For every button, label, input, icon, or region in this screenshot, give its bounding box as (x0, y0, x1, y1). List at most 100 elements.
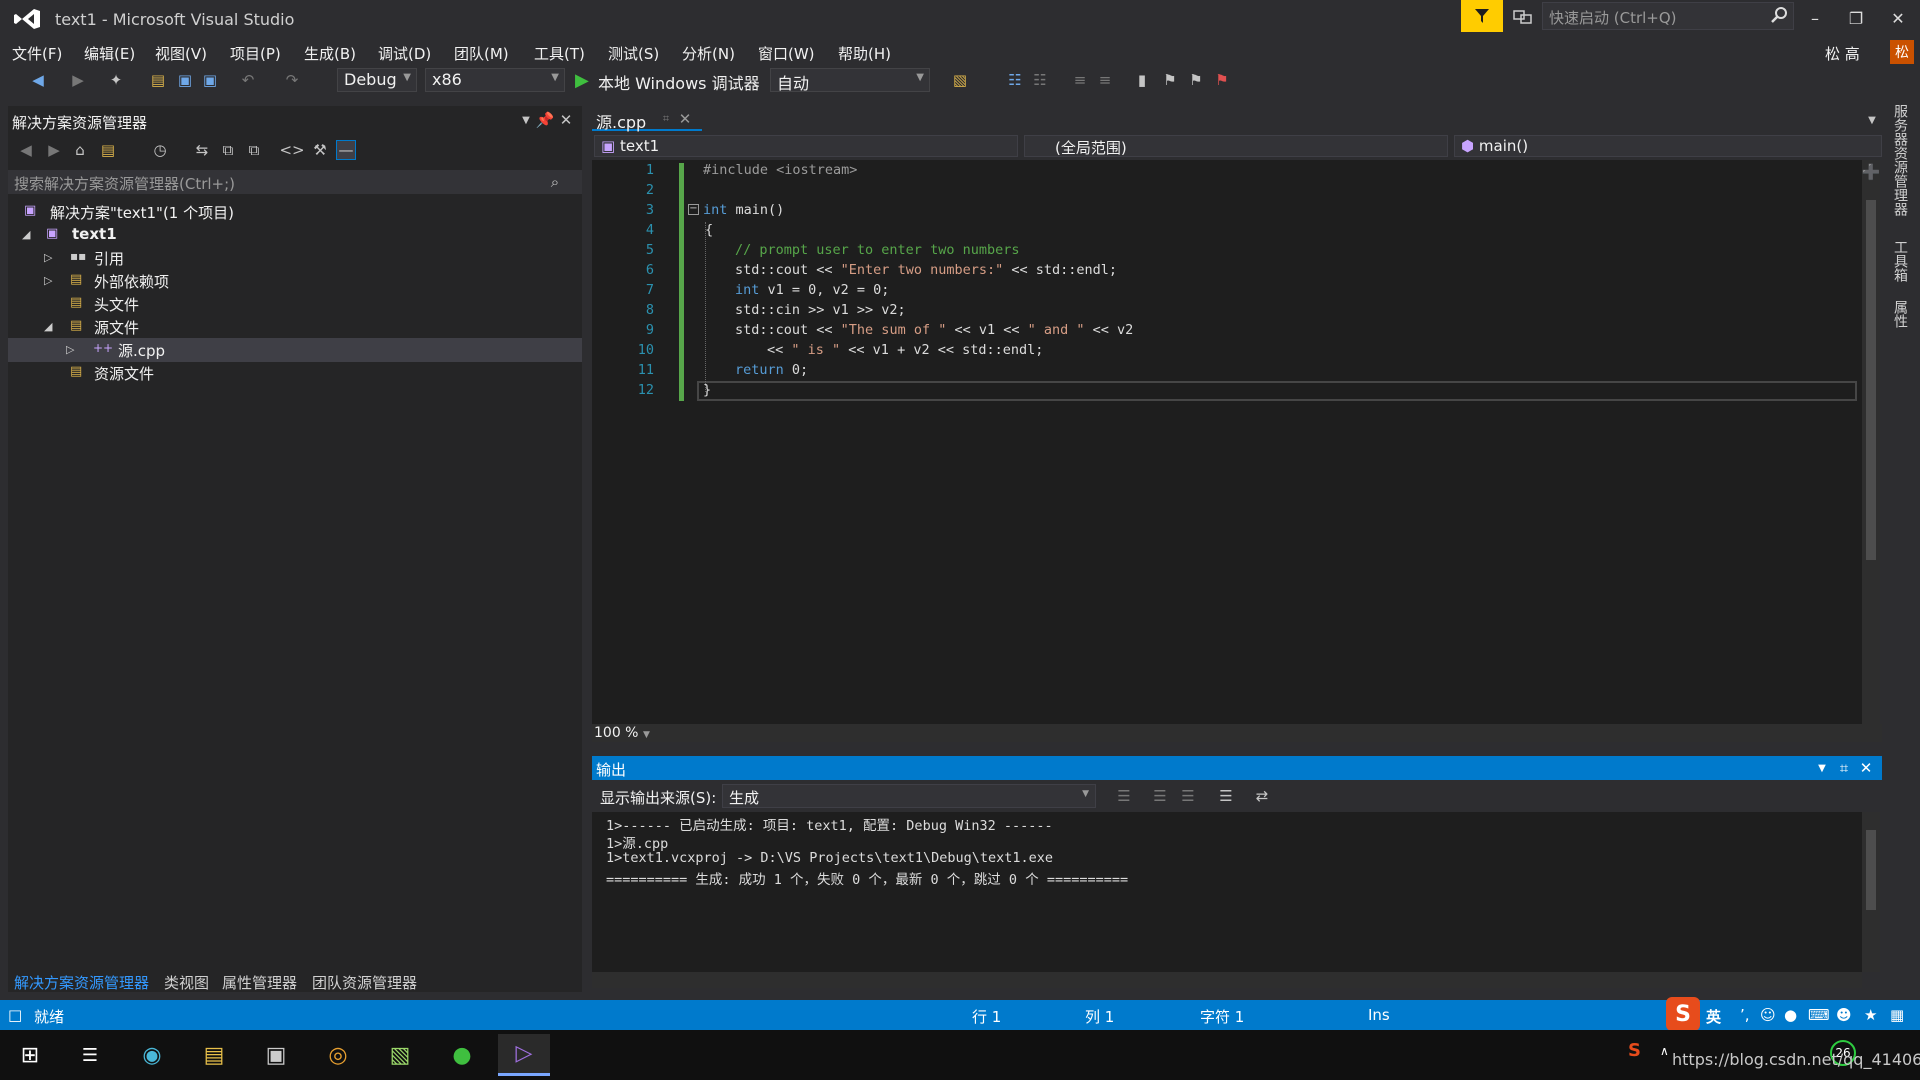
scope-nav-dropdown[interactable]: (全局范围) (1024, 135, 1448, 157)
prev-message-icon[interactable]: ☰ (1150, 786, 1170, 806)
start-button-icon[interactable]: ⊞ (4, 1034, 56, 1076)
zoom-level-dropdown[interactable]: 100 % ▼ (594, 725, 650, 741)
tab-property-manager[interactable]: 属性管理器 (222, 972, 297, 993)
word-wrap-icon[interactable]: ⇄ (1252, 786, 1272, 806)
scrollbar-thumb[interactable] (1866, 200, 1876, 560)
clear-all-icon[interactable]: ☰ (1216, 786, 1236, 806)
output-horizontal-scrollbar[interactable] (592, 972, 1862, 988)
forward-icon[interactable]: ▶ (44, 140, 64, 160)
find-in-files-icon[interactable]: ▧ (950, 70, 970, 90)
menu-file[interactable]: 文件(F) (12, 43, 62, 64)
side-tab-toolbox[interactable]: 工具箱 (1890, 240, 1910, 282)
properties-icon[interactable]: ⚒ (310, 140, 330, 160)
tree-solution[interactable]: 解决方案"text1"(1 个项目) (50, 202, 234, 223)
save-all-icon[interactable]: ▣ (200, 70, 220, 90)
ime-voice-icon[interactable]: ● (1784, 1006, 1797, 1024)
ime-emoji-icon[interactable]: ☺ (1760, 1006, 1776, 1024)
switch-views-icon[interactable]: ▤ (98, 140, 118, 160)
code-icon[interactable]: <> (279, 140, 304, 160)
feedback-icon[interactable] (1512, 7, 1534, 27)
redo-icon[interactable]: ↷ (282, 70, 302, 90)
user-avatar[interactable]: 松 (1890, 40, 1914, 64)
split-window-icon[interactable]: ➕ (1861, 162, 1881, 182)
tab-close-icon[interactable]: ✕ (675, 109, 695, 129)
step-over-icon[interactable]: ☷ (1030, 70, 1050, 90)
panel-close-icon[interactable]: ✕ (1856, 758, 1876, 778)
paint-app-icon[interactable]: ▧ (374, 1034, 426, 1076)
search-icon[interactable]: ⌕ (545, 172, 565, 192)
menu-analyze[interactable]: 分析(N) (682, 43, 735, 64)
panel-close-icon[interactable]: ✕ (556, 110, 576, 130)
expand-arrow-icon[interactable]: ▷ (66, 343, 74, 356)
menu-build[interactable]: 生成(B) (304, 43, 356, 64)
pin-icon[interactable]: 📌 (535, 110, 555, 130)
ime-user-icon[interactable]: ☻ (1836, 1006, 1852, 1024)
output-text-area[interactable] (592, 812, 1862, 972)
new-project-icon[interactable]: ✦ (106, 70, 126, 90)
side-tab-server-explorer[interactable]: 服务器资源管理器 (1890, 104, 1910, 216)
solution-config-dropdown[interactable]: Debug ▼ (337, 68, 417, 92)
side-tab-properties[interactable]: 属性 (1890, 300, 1910, 328)
back-icon[interactable]: ◀ (16, 140, 36, 160)
tab-team-explorer[interactable]: 团队资源管理器 (312, 972, 417, 993)
menu-tools[interactable]: 工具(T) (534, 43, 585, 64)
ime-language[interactable]: 英 (1706, 1006, 1721, 1027)
wechat-icon[interactable]: ● (436, 1034, 488, 1076)
show-all-files-icon[interactable]: ⧉ (244, 140, 264, 160)
panel-menu-icon[interactable]: ▼ (516, 110, 536, 130)
close-button[interactable]: ✕ (1880, 4, 1916, 32)
ime-keyboard-icon[interactable]: ⌨ (1808, 1006, 1830, 1024)
expand-arrow-icon[interactable]: ▷ (44, 251, 52, 264)
undo-icon[interactable]: ↶ (238, 70, 258, 90)
menu-team[interactable]: 团队(M) (454, 43, 509, 64)
menu-help[interactable]: 帮助(H) (838, 43, 891, 64)
sogou-tray-icon[interactable]: S (1628, 1040, 1641, 1061)
search-icon[interactable] (1770, 6, 1788, 28)
tab-class-view[interactable]: 类视图 (164, 972, 209, 993)
visual-studio-taskbar-icon[interactable]: ▷ (498, 1034, 550, 1076)
go-to-message-icon[interactable]: ☰ (1114, 786, 1134, 806)
scrollbar-thumb[interactable] (1866, 830, 1876, 910)
menu-edit[interactable]: 编辑(E) (84, 43, 135, 64)
menu-test[interactable]: 测试(S) (608, 43, 659, 64)
visual-studio-logo-icon[interactable] (12, 6, 42, 32)
expand-arrow-icon[interactable]: ▷ (44, 274, 52, 287)
app-shield-icon[interactable]: ◉ (126, 1034, 178, 1076)
start-debugger-button[interactable]: 本地 Windows 调试器 (598, 70, 760, 94)
tree-resource-files[interactable]: 资源文件 (94, 363, 154, 384)
next-message-icon[interactable]: ☰ (1178, 786, 1198, 806)
clear-bookmarks-icon[interactable]: ⚑ (1212, 70, 1232, 90)
tab-list-icon[interactable]: ▼ (1862, 110, 1882, 130)
user-name[interactable]: 松 高 (1825, 43, 1860, 64)
prev-bookmark-icon[interactable]: ⚑ (1160, 70, 1180, 90)
solution-search-input[interactable]: 搜索解决方案资源管理器(Ctrl+;) (8, 170, 582, 194)
editor-horizontal-scrollbar[interactable] (592, 724, 1882, 742)
back-icon[interactable]: ◀ (28, 70, 48, 90)
file-explorer-icon[interactable]: ▤ (188, 1034, 240, 1076)
task-view-icon[interactable]: ☰ (64, 1034, 116, 1076)
platform-dropdown[interactable]: x86 ▼ (425, 68, 565, 92)
preview-icon[interactable]: — (336, 140, 356, 160)
step-icon[interactable]: ☷ (1005, 70, 1025, 90)
member-nav-dropdown[interactable]: ⬢ main() (1454, 135, 1882, 157)
collapse-arrow-icon[interactable]: ◢ (22, 228, 30, 241)
tree-references[interactable]: 引用 (94, 248, 124, 269)
pin-icon[interactable]: ⌗ (1834, 758, 1854, 778)
ime-punct-icon[interactable]: ’, (1740, 1006, 1750, 1024)
outdent-icon[interactable]: ≡ (1070, 70, 1090, 90)
fold-toggle-icon[interactable]: − (688, 204, 699, 215)
minimize-button[interactable]: – (1797, 4, 1833, 32)
project-nav-dropdown[interactable]: ▣ text1 (594, 135, 1018, 157)
forward-icon[interactable]: ▶ (68, 70, 88, 90)
menu-project[interactable]: 项目(P) (230, 43, 281, 64)
bookmark-icon[interactable]: ▮ (1132, 70, 1152, 90)
quick-launch-input[interactable]: 快速启动 (Ctrl+Q) (1542, 2, 1794, 30)
tree-external-deps[interactable]: 外部依赖项 (94, 271, 169, 292)
debug-mode-dropdown[interactable]: 自动 ▼ (770, 68, 930, 93)
collapse-arrow-icon[interactable]: ◢ (44, 320, 52, 333)
tree-source-cpp[interactable]: 源.cpp (118, 340, 165, 361)
restore-button[interactable]: ❐ (1838, 4, 1874, 32)
sync-icon[interactable]: ⇆ (192, 140, 212, 160)
menu-view[interactable]: 视图(V) (155, 43, 207, 64)
tree-project[interactable]: text1 (72, 225, 117, 243)
